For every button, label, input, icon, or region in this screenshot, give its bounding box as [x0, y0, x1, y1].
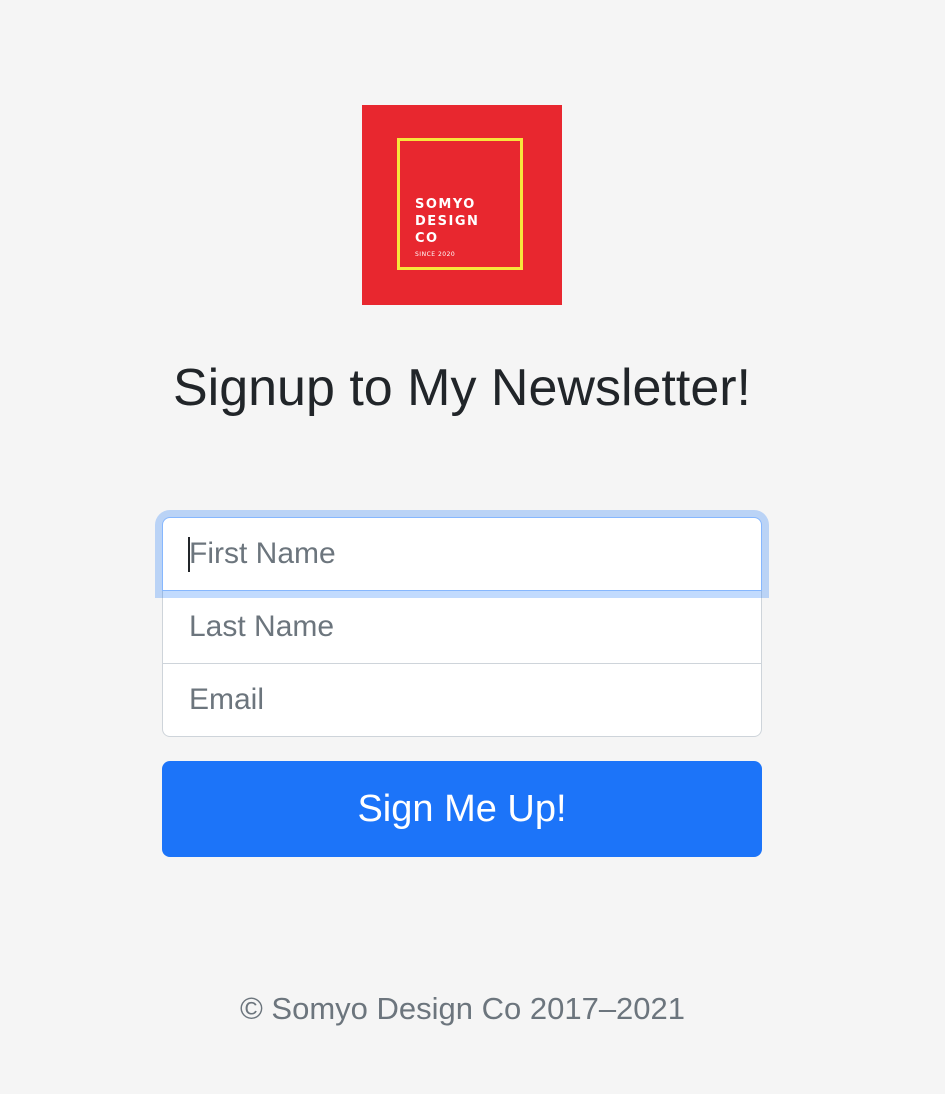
- copyright-footer: © Somyo Design Co 2017–2021: [239, 991, 686, 1026]
- sign-up-button[interactable]: Sign Me Up!: [162, 761, 762, 857]
- first-name-field[interactable]: [162, 517, 762, 591]
- logo-line-1: SOMYO: [415, 197, 476, 212]
- logo-line-2: DESIGN: [415, 214, 480, 229]
- logo-wordmark: SOMYO DESIGN CO: [415, 196, 479, 247]
- first-name-wrapper: [162, 517, 762, 591]
- signup-form: [162, 517, 762, 737]
- last-name-field[interactable]: [162, 590, 762, 664]
- page-title: Signup to My Newsletter!: [172, 359, 752, 417]
- brand-logo: SOMYO DESIGN CO SINCE 2020: [362, 105, 562, 305]
- logo-line-3: CO: [415, 231, 439, 246]
- text-cursor: [188, 537, 190, 572]
- email-field[interactable]: [162, 663, 762, 737]
- logo-since-text: SINCE 2020: [415, 251, 456, 258]
